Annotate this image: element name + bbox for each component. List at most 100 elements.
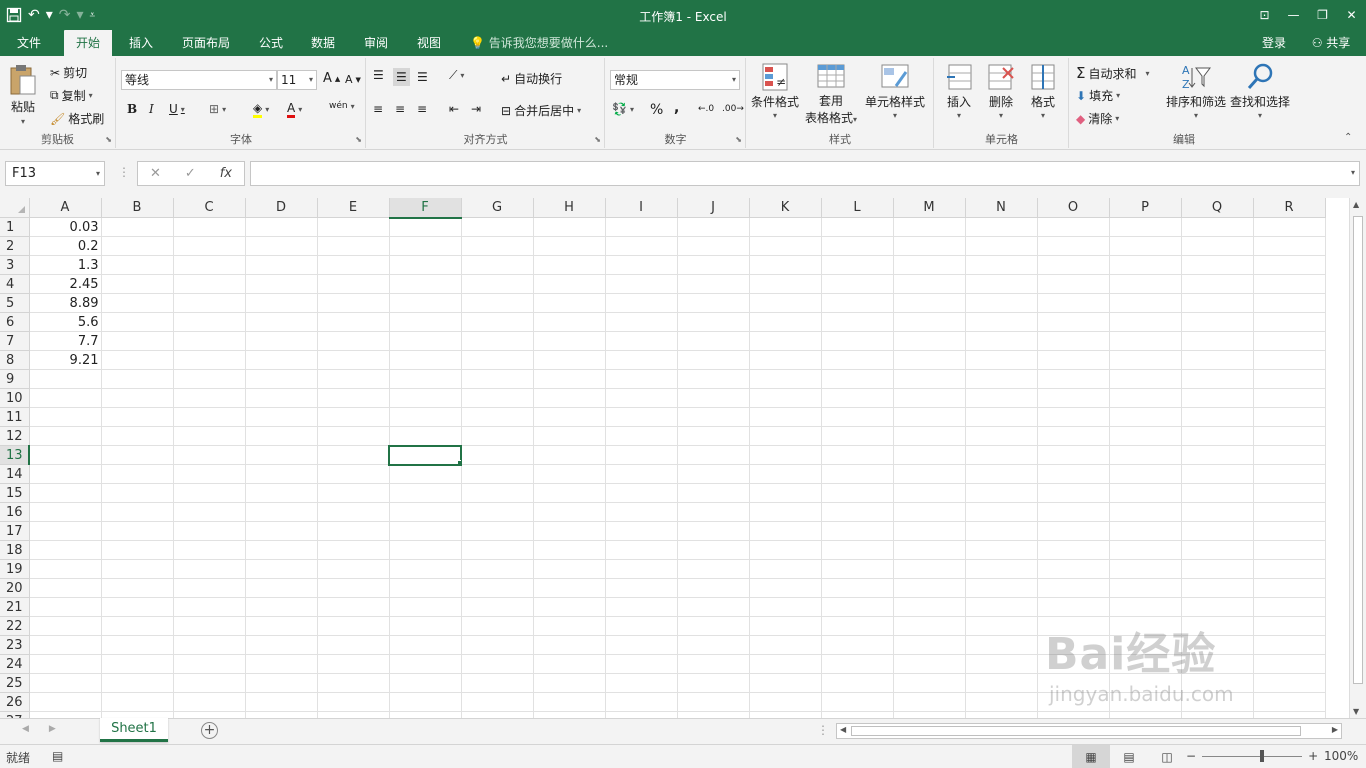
- cell-r14[interactable]: [1253, 464, 1326, 484]
- cell-o6[interactable]: [1037, 312, 1110, 332]
- row-header[interactable]: 2: [0, 236, 30, 256]
- cell-f4[interactable]: [389, 274, 462, 294]
- cell-n25[interactable]: [965, 673, 1038, 693]
- font-size-combo[interactable]: 11 ▾: [277, 70, 317, 90]
- cell-q17[interactable]: [1181, 521, 1254, 541]
- cell-b9[interactable]: [101, 369, 174, 389]
- cell-r24[interactable]: [1253, 654, 1326, 674]
- cell-q5[interactable]: [1181, 293, 1254, 313]
- cell-j18[interactable]: [677, 540, 750, 560]
- cell-m7[interactable]: [893, 331, 966, 351]
- cell-g19[interactable]: [461, 559, 534, 579]
- cell-a24[interactable]: [29, 654, 102, 674]
- cell-l12[interactable]: [821, 426, 894, 446]
- cell-o2[interactable]: [1037, 236, 1110, 256]
- zoom-thumb[interactable]: [1260, 749, 1265, 762]
- column-header-q[interactable]: Q: [1181, 198, 1254, 218]
- cell-b16[interactable]: [101, 502, 174, 522]
- add-sheet-icon[interactable]: +: [201, 722, 218, 739]
- cell-c5[interactable]: [173, 293, 246, 313]
- cell-k14[interactable]: [749, 464, 822, 484]
- cell-d13[interactable]: [245, 445, 318, 465]
- row-header[interactable]: 25: [0, 673, 30, 693]
- cell-p12[interactable]: [1109, 426, 1182, 446]
- row-header[interactable]: 19: [0, 559, 30, 579]
- cell-f14[interactable]: [389, 464, 462, 484]
- tab-split-handle-icon[interactable]: ⋮: [817, 723, 829, 737]
- cell-e1[interactable]: [317, 217, 390, 237]
- cell-g9[interactable]: [461, 369, 534, 389]
- cell-m11[interactable]: [893, 407, 966, 427]
- cell-l8[interactable]: [821, 350, 894, 370]
- cell-c9[interactable]: [173, 369, 246, 389]
- cell-h16[interactable]: [533, 502, 606, 522]
- cell-p18[interactable]: [1109, 540, 1182, 560]
- column-header-b[interactable]: B: [101, 198, 174, 218]
- cell-k24[interactable]: [749, 654, 822, 674]
- insert-cells-button[interactable]: 插入 ▾: [945, 62, 973, 120]
- cell-k21[interactable]: [749, 597, 822, 617]
- align-right-button[interactable]: ≡: [417, 102, 427, 116]
- cell-f3[interactable]: [389, 255, 462, 275]
- cell-i11[interactable]: [605, 407, 678, 427]
- bold-button[interactable]: B: [127, 102, 137, 116]
- cell-c13[interactable]: [173, 445, 246, 465]
- cell-n12[interactable]: [965, 426, 1038, 446]
- cell-o21[interactable]: [1037, 597, 1110, 617]
- cell-m12[interactable]: [893, 426, 966, 446]
- cell-q2[interactable]: [1181, 236, 1254, 256]
- cell-k15[interactable]: [749, 483, 822, 503]
- conditional-formatting-button[interactable]: ≠ 条件格式 ▾: [751, 62, 799, 120]
- cell-r26[interactable]: [1253, 692, 1326, 712]
- collapse-ribbon-icon[interactable]: ⌃: [1344, 132, 1352, 143]
- cell-l9[interactable]: [821, 369, 894, 389]
- cell-c2[interactable]: [173, 236, 246, 256]
- cell-h5[interactable]: [533, 293, 606, 313]
- cell-p3[interactable]: [1109, 255, 1182, 275]
- cell-d4[interactable]: [245, 274, 318, 294]
- cell-n22[interactable]: [965, 616, 1038, 636]
- cell-p14[interactable]: [1109, 464, 1182, 484]
- cell-l21[interactable]: [821, 597, 894, 617]
- format-cells-button[interactable]: 格式 ▾: [1029, 62, 1057, 120]
- cell-b26[interactable]: [101, 692, 174, 712]
- cell-p9[interactable]: [1109, 369, 1182, 389]
- cell-m9[interactable]: [893, 369, 966, 389]
- select-all-corner[interactable]: [0, 198, 30, 218]
- page-break-view-icon[interactable]: ◫: [1148, 745, 1186, 768]
- cell-a2[interactable]: 0.2: [29, 236, 102, 256]
- number-format-combo[interactable]: 常规 ▾: [610, 70, 740, 90]
- cell-l17[interactable]: [821, 521, 894, 541]
- zoom-track[interactable]: [1202, 749, 1303, 762]
- cell-g14[interactable]: [461, 464, 534, 484]
- cell-k13[interactable]: [749, 445, 822, 465]
- cell-o17[interactable]: [1037, 521, 1110, 541]
- cell-h15[interactable]: [533, 483, 606, 503]
- cell-k16[interactable]: [749, 502, 822, 522]
- cell-c12[interactable]: [173, 426, 246, 446]
- cell-p20[interactable]: [1109, 578, 1182, 598]
- cell-g18[interactable]: [461, 540, 534, 560]
- minimize-icon[interactable]: —: [1279, 0, 1308, 30]
- horizontal-scrollbar[interactable]: ◀ ▶: [836, 723, 1342, 739]
- cell-i22[interactable]: [605, 616, 678, 636]
- cell-o13[interactable]: [1037, 445, 1110, 465]
- cell-h6[interactable]: [533, 312, 606, 332]
- cell-p17[interactable]: [1109, 521, 1182, 541]
- scroll-up-icon[interactable]: ▲: [1353, 200, 1359, 209]
- cell-e25[interactable]: [317, 673, 390, 693]
- cell-r17[interactable]: [1253, 521, 1326, 541]
- cell-f12[interactable]: [389, 426, 462, 446]
- cell-p11[interactable]: [1109, 407, 1182, 427]
- cell-o3[interactable]: [1037, 255, 1110, 275]
- cell-j23[interactable]: [677, 635, 750, 655]
- cell-d12[interactable]: [245, 426, 318, 446]
- expand-formula-bar-icon[interactable]: ▾: [1351, 168, 1355, 177]
- cell-b15[interactable]: [101, 483, 174, 503]
- page-layout-view-icon[interactable]: ▤: [1110, 745, 1148, 768]
- column-header-d[interactable]: D: [245, 198, 318, 218]
- cell-b11[interactable]: [101, 407, 174, 427]
- cell-r3[interactable]: [1253, 255, 1326, 275]
- cell-b6[interactable]: [101, 312, 174, 332]
- tab-page-layout[interactable]: 页面布局: [172, 30, 240, 56]
